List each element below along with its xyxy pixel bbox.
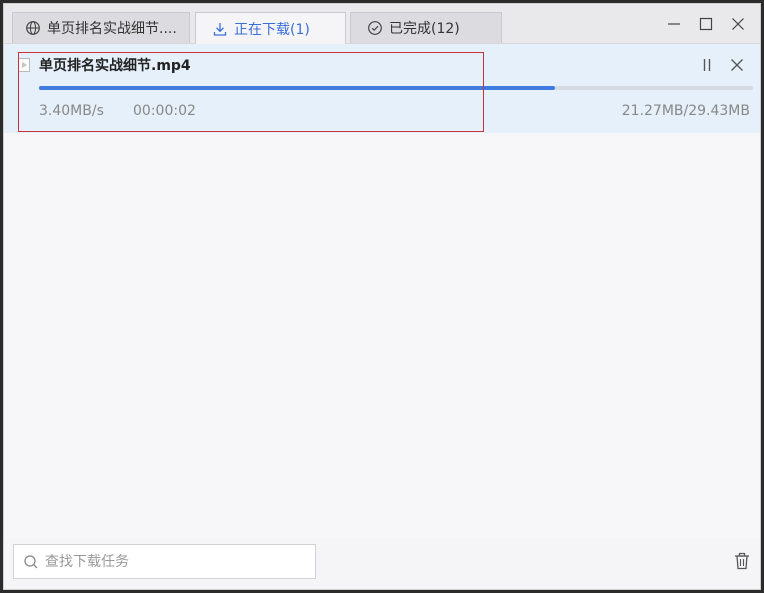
close-icon — [731, 59, 743, 71]
tab-label: 已完成(12) — [389, 21, 460, 37]
download-list: 单页排名实战细节.mp4 3.40MB/s 00:00:02 21.27MB/2… — [4, 44, 760, 540]
tab-completed[interactable]: 已完成(12) — [350, 12, 502, 43]
download-manager-window: 单页排名实战细节.... 正在下载(1) 已完成(12) 单页排名实战细节.mp… — [3, 3, 761, 590]
check-circle-icon — [367, 20, 383, 36]
minimize-icon — [668, 23, 680, 25]
tab-label: 单页排名实战细节.... — [47, 21, 177, 37]
maximize-button[interactable] — [692, 13, 720, 35]
search-icon — [23, 554, 39, 570]
download-icon — [212, 21, 228, 37]
minimize-button[interactable] — [660, 13, 688, 35]
progress-bar — [39, 86, 753, 90]
search-box[interactable] — [13, 544, 316, 579]
progress-fill — [39, 86, 556, 90]
tab-label: 正在下载(1) — [234, 21, 310, 38]
footer-bar — [4, 538, 760, 589]
tab-page-download[interactable]: 单页排名实战细节.... — [12, 12, 190, 43]
title-bar: 单页排名实战细节.... 正在下载(1) 已完成(12) — [4, 4, 760, 44]
trash-icon — [735, 552, 749, 570]
pause-icon — [703, 59, 711, 71]
download-size: 21.27MB/29.43MB — [621, 103, 750, 119]
search-input[interactable] — [43, 552, 297, 571]
cancel-download-button[interactable] — [728, 56, 746, 74]
pause-button[interactable] — [698, 56, 716, 74]
download-item[interactable]: 单页排名实战细节.mp4 3.40MB/s 00:00:02 21.27MB/2… — [4, 44, 760, 133]
download-speed: 3.40MB/s — [39, 103, 104, 119]
elapsed-time: 00:00:02 — [133, 103, 196, 119]
window-controls — [660, 13, 752, 35]
maximize-icon — [699, 17, 713, 31]
delete-button[interactable] — [734, 552, 750, 570]
close-window-button[interactable] — [724, 13, 752, 35]
download-filename: 单页排名实战细节.mp4 — [39, 58, 191, 74]
video-file-icon — [18, 58, 30, 72]
tab-downloading[interactable]: 正在下载(1) — [195, 12, 346, 44]
globe-icon — [25, 20, 41, 36]
close-icon — [732, 18, 744, 30]
